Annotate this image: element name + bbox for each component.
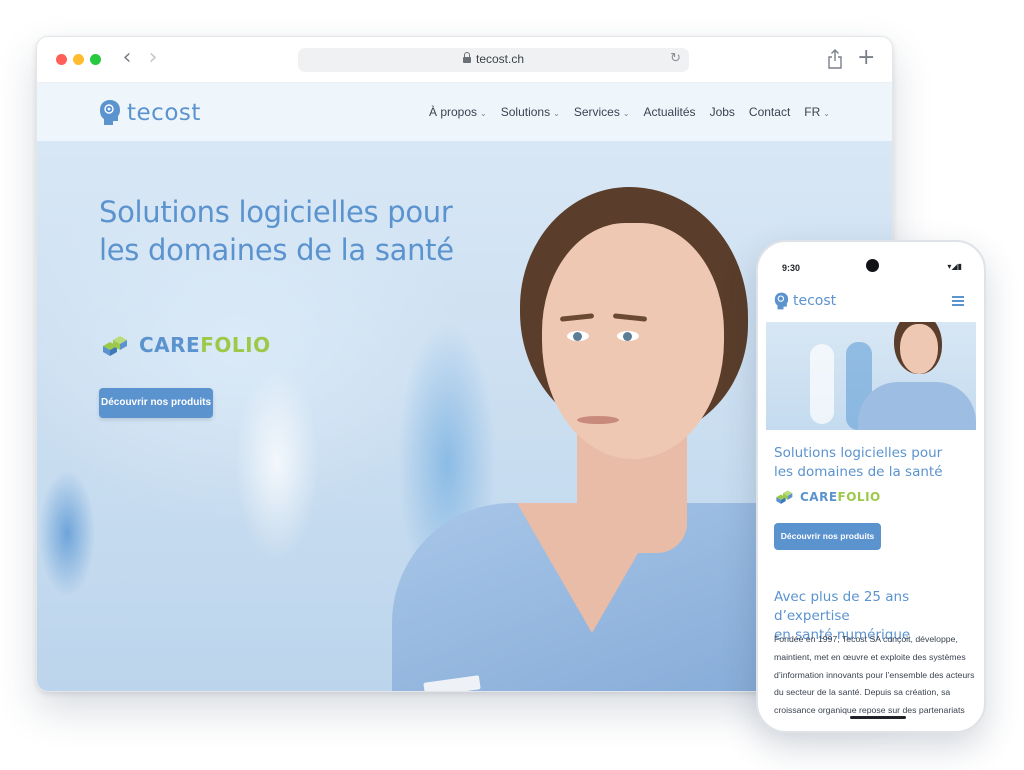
phone-hero-title-line: Solutions logicielles pour [774, 445, 943, 461]
main-navigation: À propos ⌄ Solutions ⌄ Services ⌄ Actualité… [429, 105, 844, 119]
chevron-down-icon: ⌄ [823, 109, 830, 118]
hero-photo-vneck [517, 503, 667, 633]
tecost-head-logo-icon [100, 100, 120, 125]
phone-discover-products-button[interactable]: Découvrir nos produits [774, 523, 881, 550]
hero-title: Solutions logicielles pour les domaines … [99, 193, 479, 269]
phone-section-title-line: Avec plus de 25 ans d’expertise [774, 589, 910, 624]
mockup-stage: ‹ › tecost.ch ↻ + tecost À propos ⌄ Solu… [0, 0, 1024, 770]
carefolio-care-text: CARE [139, 333, 201, 357]
nav-item-services[interactable]: Services ⌄ [574, 105, 630, 119]
reload-icon[interactable]: ↻ [670, 51, 681, 66]
phone-hero-face [900, 324, 938, 374]
maximize-window-button[interactable] [90, 54, 101, 65]
address-bar[interactable]: tecost.ch ↻ [298, 48, 689, 72]
hamburger-menu-icon[interactable] [952, 296, 964, 306]
nav-item-actualites[interactable]: Actualités [644, 105, 696, 119]
nav-item-solutions[interactable]: Solutions ⌄ [501, 105, 560, 119]
phone-frame: 9:30 ▾◢▮ tecost Solutions logicielles po… [756, 240, 986, 733]
close-window-button[interactable] [56, 54, 67, 65]
nav-item-contact[interactable]: Contact [749, 105, 790, 119]
language-selector[interactable]: FR ⌄ [804, 105, 830, 119]
phone-carefolio-logo[interactable]: CAREFOLIO [775, 489, 881, 504]
phone-body-text: Fondée en 1997, Tecost SA conçoit, dével… [774, 634, 975, 723]
new-tab-icon[interactable]: + [857, 45, 875, 70]
signal-battery-icon: ▾◢▮ [947, 262, 962, 271]
nav-item-label: FR [804, 105, 821, 119]
minimize-window-button[interactable] [73, 54, 84, 65]
phone-site-header: tecost [766, 282, 976, 322]
carefolio-cubes-icon [103, 336, 127, 356]
phone-brand-name: tecost [793, 293, 837, 309]
nav-item-label: Actualités [643, 105, 696, 119]
brand-name: tecost [127, 99, 201, 126]
phone-screen: 9:30 ▾◢▮ tecost Solutions logicielles po… [766, 250, 976, 723]
phone-clock: 9:30 [782, 263, 801, 273]
nav-item-label: À propos [429, 105, 478, 119]
carefolio-wordmark: CAREFOLIO [139, 333, 271, 357]
tecost-head-logo-icon [774, 292, 789, 310]
forward-arrow-icon[interactable]: › [143, 47, 163, 71]
carefolio-logo[interactable]: CAREFOLIO [101, 333, 271, 357]
carefolio-care-text: CARE [800, 489, 838, 504]
hero-title-line: Solutions logicielles pour [99, 195, 453, 229]
nav-item-jobs[interactable]: Jobs [710, 105, 735, 119]
nav-item-label: Solutions [500, 105, 551, 119]
phone-hero-title-line: les domaines de la santé [774, 464, 943, 480]
phone-hero-image [766, 322, 976, 430]
phone-site-logo[interactable]: tecost [774, 292, 836, 310]
front-camera-icon [866, 259, 879, 272]
nav-item-label: Services [573, 105, 620, 119]
address-bar-text: tecost.ch [298, 52, 689, 66]
hero-photo-eye [567, 331, 589, 341]
nav-item-a-propos[interactable]: À propos ⌄ [429, 105, 487, 119]
carefolio-cubes-icon [776, 490, 793, 504]
browser-titlebar: ‹ › tecost.ch ↻ + [37, 37, 892, 83]
hero-photo-mouth [577, 416, 619, 424]
share-icon[interactable] [827, 49, 843, 69]
hero-photo-face [542, 223, 724, 459]
url-label: tecost.ch [475, 52, 525, 66]
carefolio-folio-text: FOLIO [200, 333, 271, 357]
back-arrow-icon[interactable]: ‹ [117, 47, 137, 71]
hero-title-line: les domaines de la santé [99, 233, 454, 267]
phone-status-bar: 9:30 ▾◢▮ [766, 250, 976, 282]
chevron-down-icon: ⌄ [480, 109, 487, 118]
chevron-down-icon: ⌄ [553, 109, 560, 118]
carefolio-folio-text: FOLIO [837, 489, 881, 504]
carefolio-wordmark: CAREFOLIO [800, 490, 881, 504]
hero-photo-eye [617, 331, 639, 341]
site-logo[interactable]: tecost [99, 99, 201, 126]
phone-hero-title: Solutions logicielles pour les domaines … [774, 444, 974, 482]
phone-hero-bg-figure [810, 344, 834, 424]
discover-products-button[interactable]: Découvrir nos produits [99, 388, 213, 418]
nav-item-label: Contact [748, 105, 791, 119]
home-indicator[interactable] [850, 716, 906, 719]
nav-item-label: Jobs [709, 105, 735, 119]
chevron-down-icon: ⌄ [622, 109, 630, 118]
lock-icon [462, 52, 471, 63]
site-header: tecost À propos ⌄ Solutions ⌄ Services ⌄ Ac… [37, 83, 892, 141]
phone-hero-scrubs [858, 382, 976, 430]
